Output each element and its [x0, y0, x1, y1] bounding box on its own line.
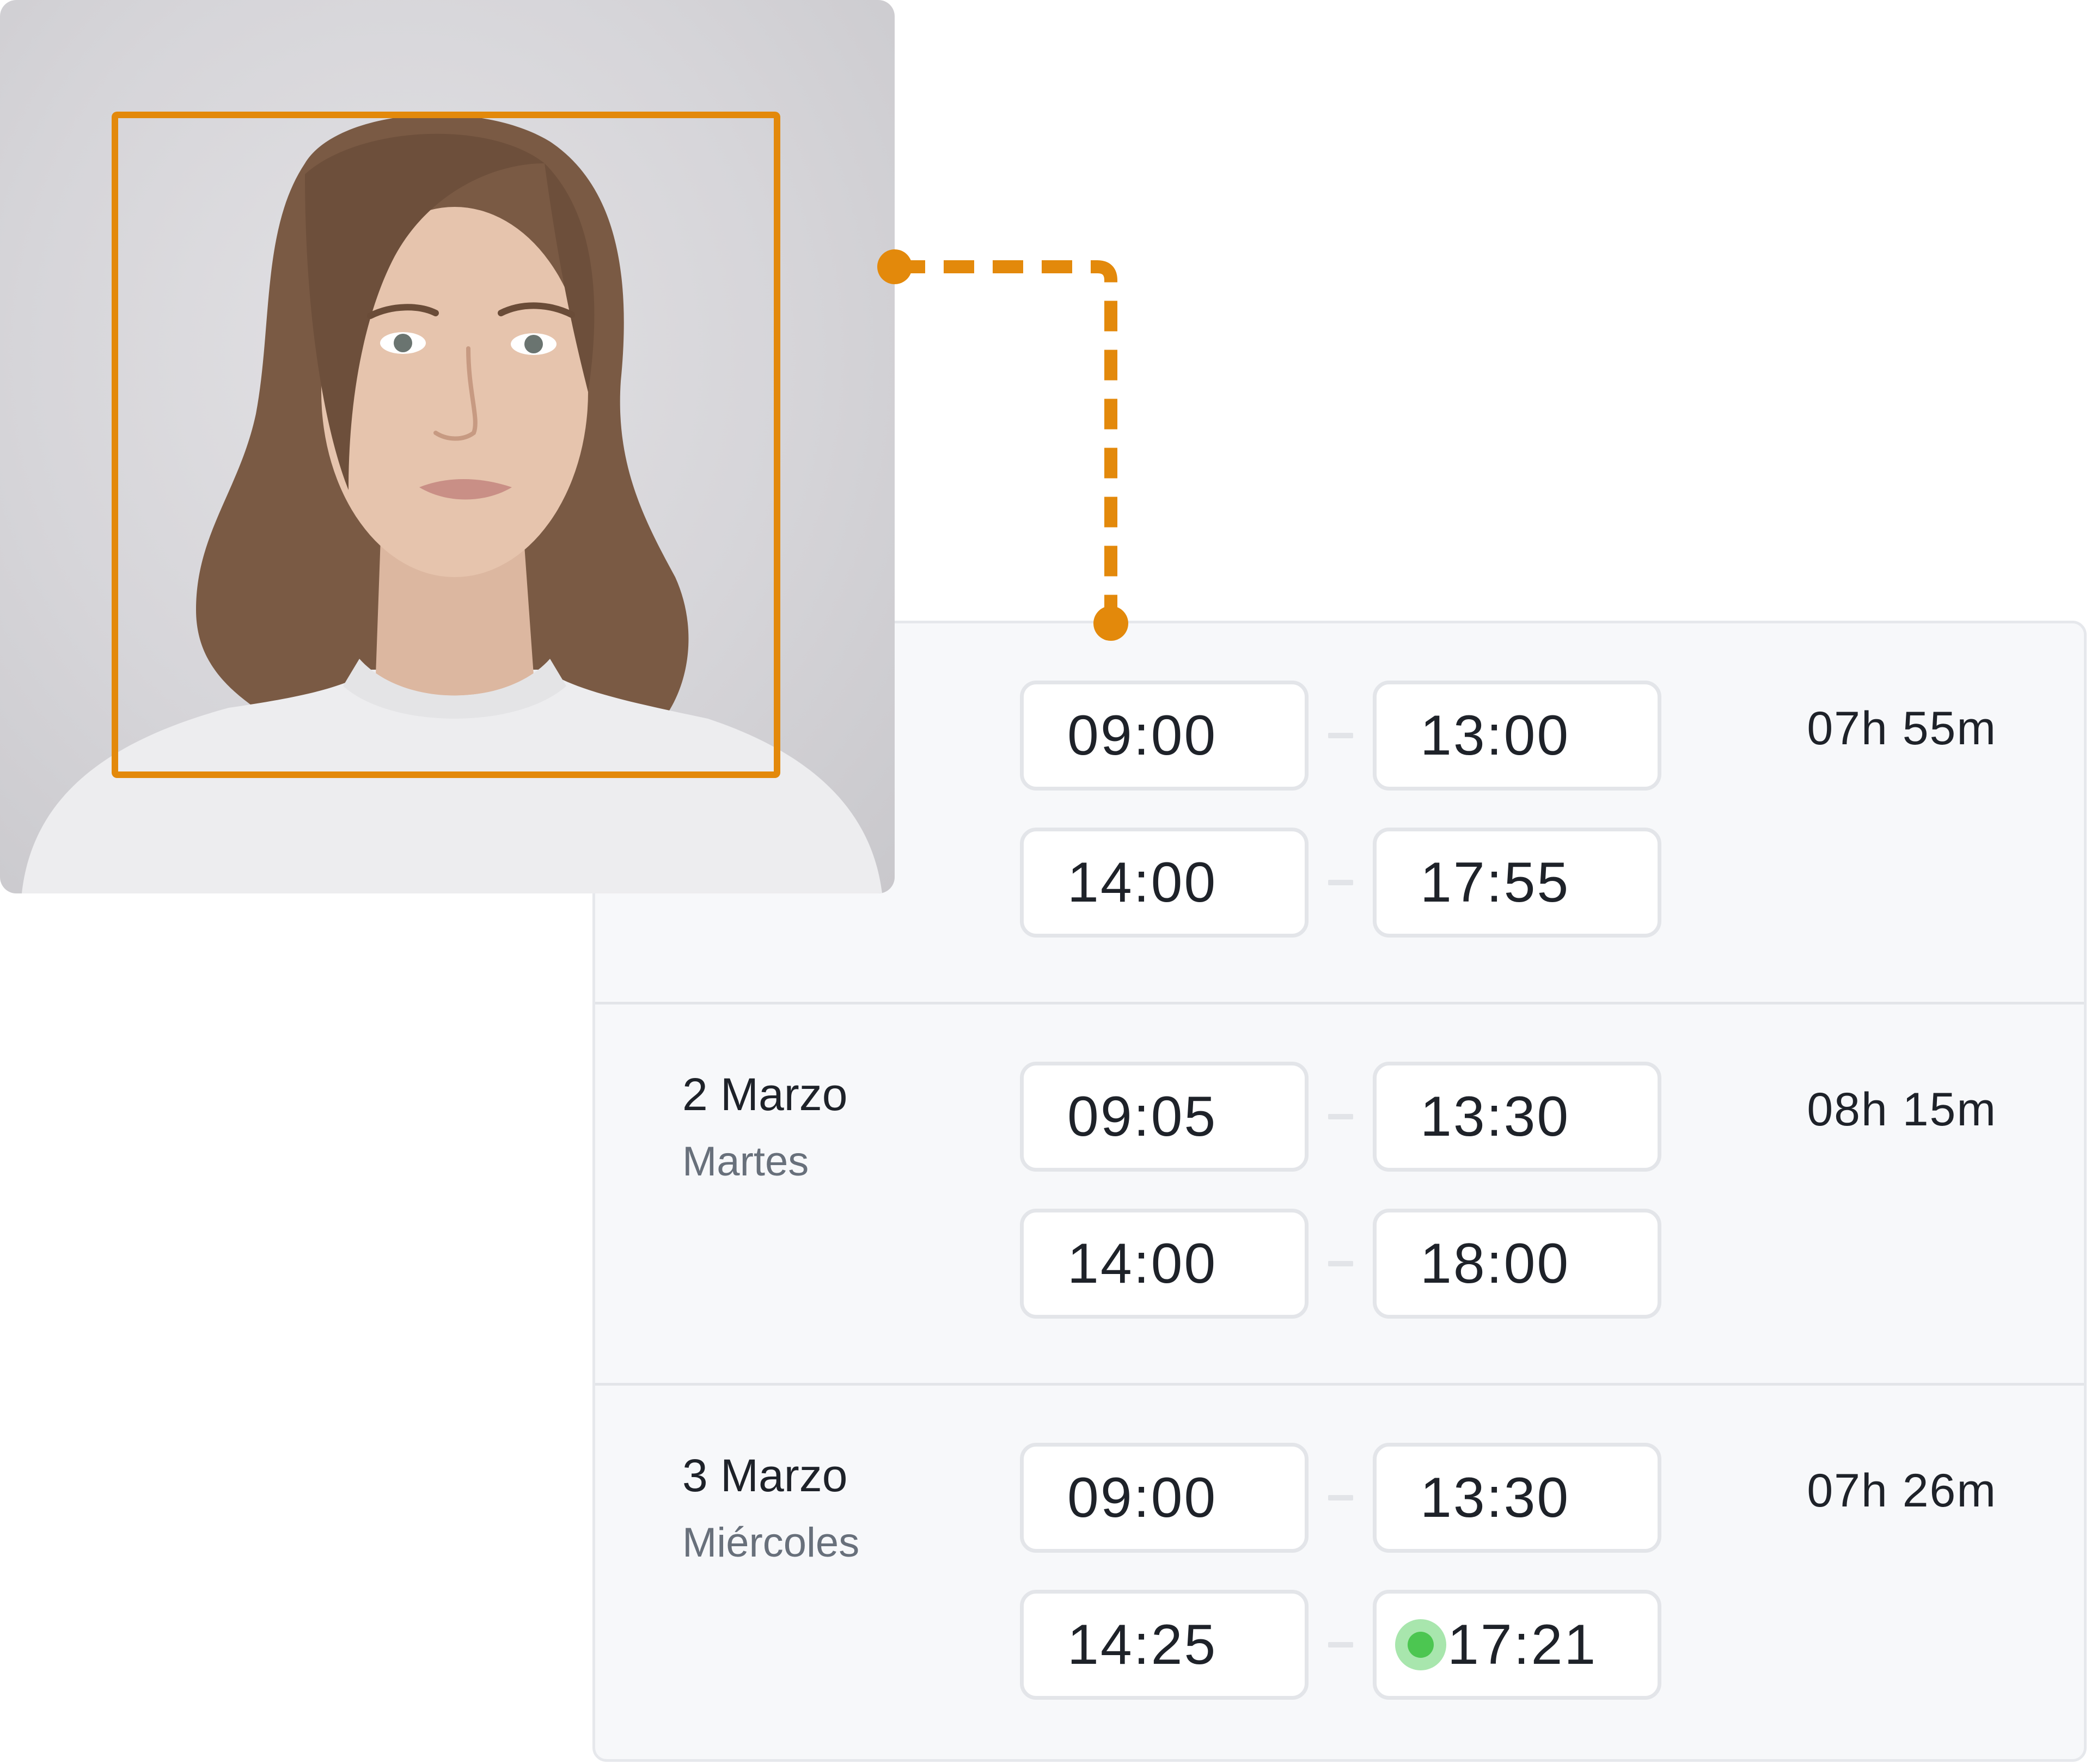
day-total: 07h 55m — [1807, 702, 1997, 755]
day-total: 07h 26m — [1807, 1465, 1997, 1517]
start-time-field[interactable]: 09:00 — [1020, 1443, 1309, 1553]
range-separator — [1328, 880, 1353, 885]
range-separator — [1328, 1261, 1353, 1266]
range-separator — [1328, 1495, 1353, 1500]
start-time-field[interactable]: 09:05 — [1020, 1062, 1309, 1172]
time-entry: 14:00 18:00 — [595, 1209, 2084, 1324]
end-time-field[interactable]: 17:21 — [1373, 1590, 1661, 1700]
time-entry: 14:25 17:21 — [595, 1590, 2084, 1705]
connector-line — [877, 249, 1128, 641]
start-time-field[interactable]: 09:00 — [1020, 681, 1309, 791]
end-time-field[interactable]: 13:00 — [1373, 681, 1661, 791]
day-total: 08h 15m — [1807, 1083, 1997, 1136]
connector-end-dot — [1093, 606, 1128, 641]
live-status-icon — [1395, 1619, 1446, 1670]
start-time-field[interactable]: 14:25 — [1020, 1590, 1309, 1700]
day-row: 2 Marzo Martes 09:05 13:30 14:00 18:00 0… — [595, 1002, 2084, 1383]
end-time-field[interactable]: 13:30 — [1373, 1062, 1661, 1172]
end-time-value: 17:21 — [1447, 1613, 1598, 1676]
range-separator — [1328, 1114, 1353, 1119]
day-row: 3 Marzo Miércoles 09:00 13:30 14:25 17:2… — [595, 1383, 2084, 1759]
start-time-field[interactable]: 14:00 — [1020, 828, 1309, 938]
range-separator — [1328, 733, 1353, 738]
range-separator — [1328, 1642, 1353, 1647]
end-time-field[interactable]: 13:30 — [1373, 1443, 1661, 1553]
start-time-field[interactable]: 14:00 — [1020, 1209, 1309, 1319]
end-time-field[interactable]: 17:55 — [1373, 828, 1661, 938]
end-time-field[interactable]: 18:00 — [1373, 1209, 1661, 1319]
connector-start-dot — [877, 249, 912, 284]
